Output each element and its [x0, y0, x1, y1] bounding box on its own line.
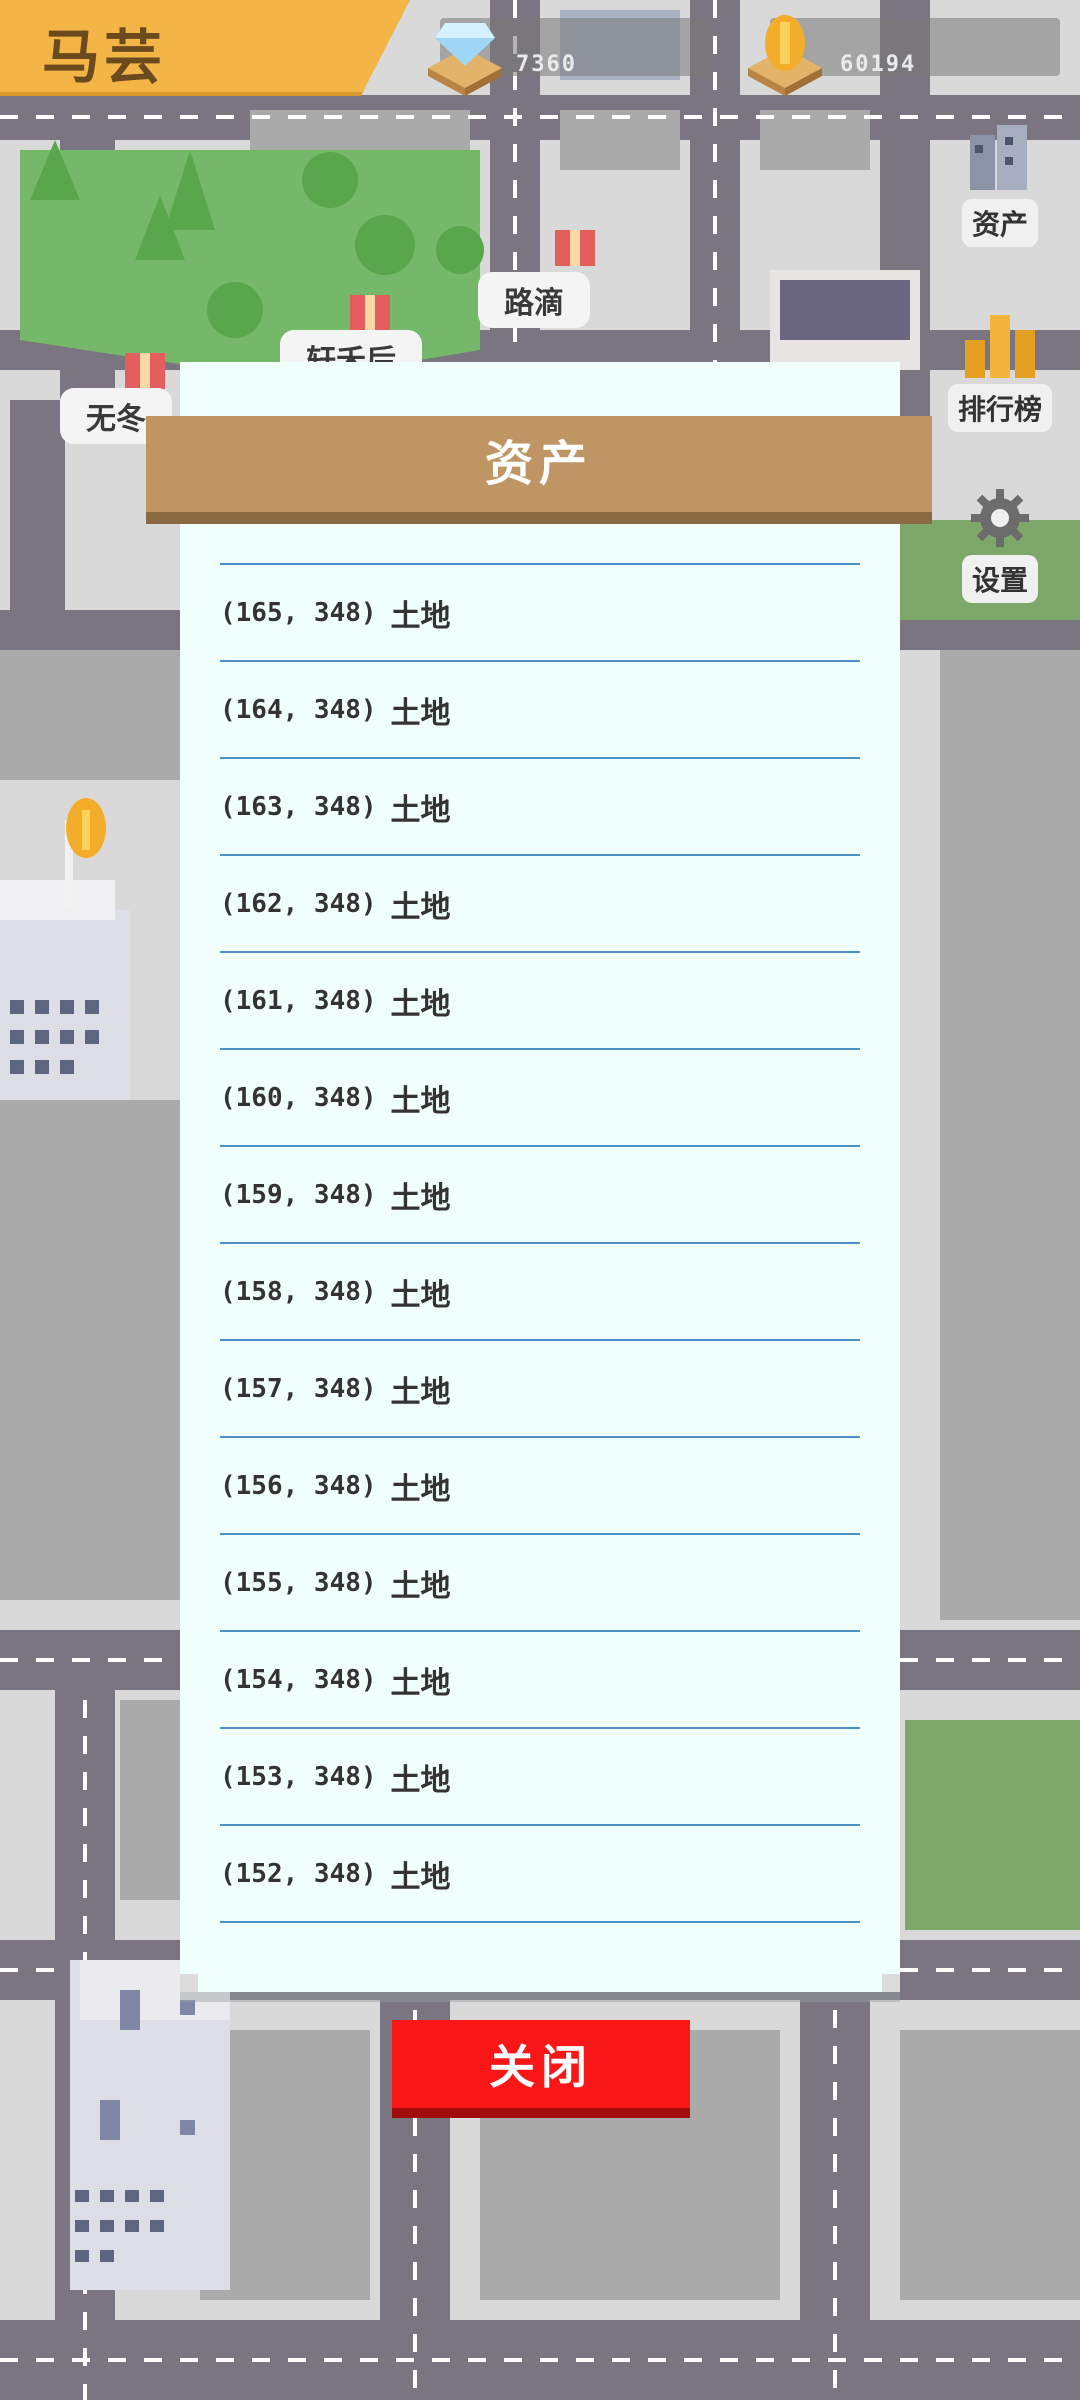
- asset-coordinates: (159, 348): [220, 1179, 377, 1210]
- asset-type: 土地: [390, 1762, 451, 1798]
- gem-count: 7360: [516, 52, 577, 77]
- asset-type: 土地: [390, 1568, 451, 1604]
- modal-title: 资产: [484, 436, 593, 492]
- asset-coordinates: (152, 348): [220, 1858, 377, 1889]
- asset-type: 土地: [390, 1859, 451, 1895]
- assets-label: 资产: [961, 199, 1038, 247]
- assets-list[interactable]: (165, 348) 土地 (164, 348) 土地 (163, 348) 土地 (162…: [220, 530, 860, 1950]
- leaderboard-icon: [930, 300, 1070, 384]
- list-item[interactable]: (158, 348) 土地: [220, 1244, 860, 1341]
- asset-coordinates: (153, 348): [220, 1761, 377, 1792]
- list-item[interactable]: (157, 348) 土地: [220, 1341, 860, 1438]
- asset-coordinates: (156, 348): [220, 1470, 377, 1501]
- list-item[interactable]: (156, 348) 土地: [220, 1438, 860, 1535]
- list-item[interactable]: (161, 348) 土地: [220, 953, 860, 1050]
- asset-coordinates: (161, 348): [220, 985, 377, 1016]
- list-item[interactable]: (164, 348) 土地: [220, 662, 860, 759]
- leaderboard-label: 排行榜: [947, 384, 1052, 432]
- asset-type: 土地: [390, 1083, 451, 1119]
- asset-coordinates: (160, 348): [220, 1082, 377, 1113]
- map-label-text: 无冬: [86, 402, 146, 437]
- leaderboard-button[interactable]: 排行榜: [930, 300, 1070, 432]
- asset-coordinates: (162, 348): [220, 888, 377, 919]
- list-item[interactable]: (160, 348) 土地: [220, 1050, 860, 1147]
- asset-type: 土地: [390, 1665, 451, 1701]
- list-item[interactable]: (163, 348) 土地: [220, 759, 860, 856]
- coin-icon: [740, 8, 830, 112]
- asset-type: 土地: [390, 695, 451, 731]
- asset-type: 土地: [390, 1471, 451, 1507]
- asset-type: 土地: [390, 986, 451, 1022]
- coin-count: 60194: [840, 52, 917, 77]
- assets-icon: [930, 115, 1070, 199]
- asset-coordinates: (164, 348): [220, 694, 377, 725]
- asset-type: 土地: [390, 598, 451, 634]
- settings-label: 设置: [961, 555, 1038, 603]
- asset-coordinates: (157, 348): [220, 1373, 377, 1404]
- asset-type: 土地: [390, 792, 451, 828]
- asset-coordinates: (155, 348): [220, 1567, 377, 1598]
- list-item[interactable]: (153, 348) 土地: [220, 1729, 860, 1826]
- map-label-text: 路滴: [504, 286, 564, 321]
- asset-type: 土地: [390, 1180, 451, 1216]
- player-name: 马芸: [42, 23, 167, 91]
- map-label-lot[interactable]: 路滴: [478, 272, 590, 328]
- list-item[interactable]: (154, 348) 土地: [220, 1632, 860, 1729]
- asset-type: 土地: [390, 1277, 451, 1313]
- asset-coordinates: (163, 348): [220, 791, 377, 822]
- asset-coordinates: (165, 348): [220, 597, 377, 628]
- list-item[interactable]: (152, 348) 土地: [220, 1826, 860, 1923]
- list-item[interactable]: (155, 348) 土地: [220, 1535, 860, 1632]
- close-button[interactable]: 关闭: [392, 2020, 690, 2108]
- list-item-partial: [220, 530, 860, 565]
- gear-icon: [930, 485, 1070, 555]
- list-item[interactable]: (162, 348) 土地: [220, 856, 860, 953]
- list-item[interactable]: (159, 348) 土地: [220, 1147, 860, 1244]
- asset-coordinates: (154, 348): [220, 1664, 377, 1695]
- diamond-icon: [420, 8, 510, 112]
- list-item[interactable]: (165, 348) 土地: [220, 565, 860, 662]
- panel-corner: [882, 1974, 900, 1992]
- asset-type: 土地: [390, 889, 451, 925]
- panel-corner: [180, 1974, 198, 1992]
- asset-coordinates: (158, 348): [220, 1276, 377, 1307]
- asset-type: 土地: [390, 1374, 451, 1410]
- assets-button[interactable]: 资产: [930, 115, 1070, 247]
- settings-button[interactable]: 设置: [930, 485, 1070, 603]
